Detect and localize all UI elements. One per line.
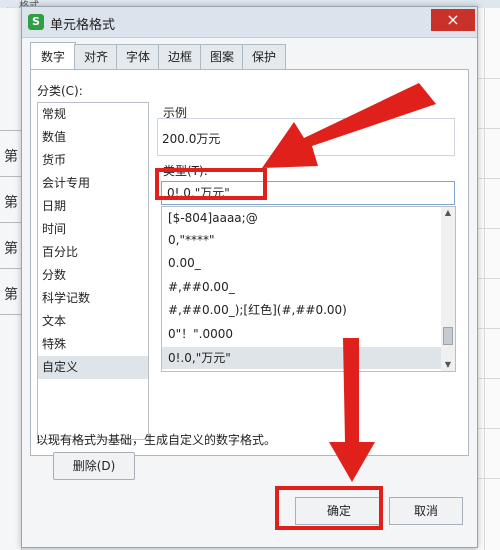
annotation-arrows: [262, 83, 436, 482]
arrow-to-type-input-icon: [262, 83, 436, 168]
arrow-to-ok-button-icon: [329, 338, 375, 482]
